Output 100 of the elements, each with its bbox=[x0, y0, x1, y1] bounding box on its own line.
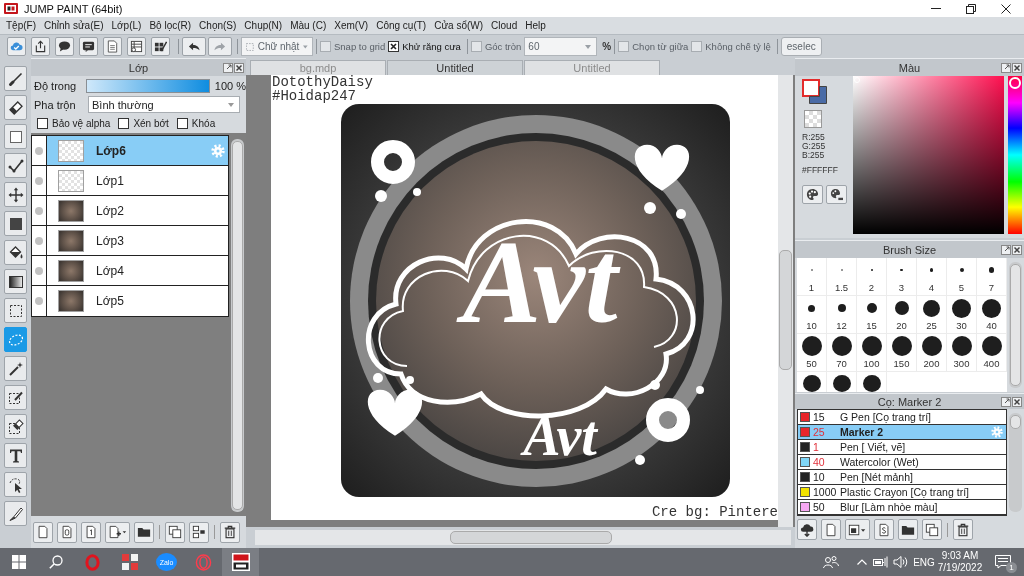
palette-button[interactable] bbox=[826, 185, 847, 204]
brush-size-cell[interactable]: 50 bbox=[797, 334, 827, 372]
battery-icon[interactable] bbox=[873, 556, 889, 568]
layer-row[interactable]: Lớp6 bbox=[32, 136, 228, 166]
tool-button[interactable] bbox=[4, 443, 27, 468]
notification-icon[interactable] bbox=[995, 555, 1011, 569]
close-icon[interactable] bbox=[1012, 62, 1022, 73]
tool-button[interactable] bbox=[4, 414, 27, 439]
brush-size-cell[interactable]: 300 bbox=[947, 334, 977, 372]
layer-button[interactable] bbox=[57, 521, 77, 543]
tool-button[interactable] bbox=[4, 298, 27, 323]
brush-size-cell[interactable]: 20 bbox=[887, 296, 917, 334]
menu-item[interactable]: Màu (C) bbox=[286, 18, 331, 33]
brush-row[interactable]: 25 Marker 2 bbox=[798, 425, 1006, 440]
tool-button[interactable] bbox=[4, 211, 27, 236]
popout-icon[interactable] bbox=[1001, 62, 1011, 73]
visibility-dot-icon[interactable] bbox=[35, 146, 43, 155]
toolbar-button[interactable] bbox=[31, 37, 50, 56]
cloud-download-button[interactable] bbox=[797, 519, 817, 540]
brush-size-cell[interactable]: 1 bbox=[797, 258, 827, 296]
close-icon[interactable] bbox=[234, 62, 244, 73]
checkbox[interactable] bbox=[37, 118, 48, 129]
tool-button[interactable] bbox=[4, 385, 27, 410]
layer-row[interactable]: Lớp3 bbox=[32, 226, 228, 256]
layer-button[interactable] bbox=[81, 521, 101, 543]
menu-item[interactable]: Chọn(S) bbox=[195, 18, 241, 33]
brush-button[interactable] bbox=[874, 519, 894, 540]
visibility-dot-icon[interactable] bbox=[35, 266, 43, 275]
brush-size-cell[interactable]: 2 bbox=[857, 258, 887, 296]
tool-button[interactable] bbox=[4, 472, 27, 497]
brush-size-cell[interactable]: 10 bbox=[797, 296, 827, 334]
add-layer-button[interactable] bbox=[105, 521, 130, 543]
color-field[interactable] bbox=[853, 76, 1004, 234]
chevron-up-icon[interactable] bbox=[857, 559, 867, 565]
brush-row[interactable]: 50 Blur [Làm nhòe màu] bbox=[798, 500, 1006, 515]
brush-size-cell[interactable]: 4 bbox=[917, 258, 947, 296]
visibility-dot-icon[interactable] bbox=[35, 176, 43, 185]
brush-size-cell[interactable]: 200 bbox=[917, 334, 947, 372]
tool-button[interactable] bbox=[4, 124, 27, 149]
menu-item[interactable]: Xem(V) bbox=[330, 18, 373, 33]
brush-size-cell[interactable]: 70 bbox=[827, 334, 857, 372]
brush-size-cell[interactable]: 5 bbox=[947, 258, 977, 296]
tool-button[interactable] bbox=[4, 95, 27, 120]
tool-button[interactable] bbox=[4, 356, 27, 381]
merge-button[interactable] bbox=[189, 521, 209, 543]
clock[interactable]: 9:03 AM 7/19/2022 bbox=[936, 550, 984, 574]
scrollbar-thumb[interactable] bbox=[779, 250, 792, 370]
opacity-slider[interactable] bbox=[87, 79, 209, 92]
menu-item[interactable]: Help bbox=[521, 18, 550, 33]
brush-size-cell[interactable]: 3 bbox=[887, 258, 917, 296]
brush-size-cell[interactable]: 15 bbox=[857, 296, 887, 334]
brush-row[interactable]: 1 Pen [ Viết, vẽ] bbox=[798, 440, 1006, 455]
taskbar-app-button[interactable] bbox=[222, 548, 259, 576]
language-indicator[interactable]: ENG bbox=[913, 556, 935, 568]
brush-size-cell[interactable]: 40 bbox=[977, 296, 1007, 334]
menu-item[interactable]: Lớp(L) bbox=[107, 18, 146, 33]
brush-size-cell[interactable]: 150 bbox=[887, 334, 917, 372]
document-tab[interactable]: Untitled bbox=[387, 60, 523, 75]
duplicate-button[interactable] bbox=[922, 519, 942, 540]
blend-mode-dropdown[interactable]: Bình thường bbox=[88, 96, 240, 113]
color-swatch[interactable] bbox=[802, 79, 820, 97]
undo-button[interactable] bbox=[182, 37, 206, 56]
hue-slider[interactable] bbox=[1008, 76, 1022, 234]
popout-icon[interactable] bbox=[1001, 244, 1011, 255]
layer-row[interactable]: Lớp2 bbox=[32, 196, 228, 226]
brush-size-cell[interactable]: 30 bbox=[947, 296, 977, 334]
delete-button[interactable] bbox=[953, 519, 973, 540]
layer-row[interactable]: Lớp1 bbox=[32, 166, 228, 196]
close-icon[interactable] bbox=[1012, 244, 1022, 255]
menu-item[interactable]: Cloud bbox=[487, 18, 522, 33]
popout-icon[interactable] bbox=[1001, 396, 1011, 407]
visibility-dot-icon[interactable] bbox=[35, 236, 43, 245]
new-layer-button[interactable] bbox=[33, 521, 53, 543]
menu-item[interactable]: Công cụ(T) bbox=[372, 18, 431, 33]
brush-row[interactable]: 40 Watercolor (Wet) bbox=[798, 455, 1006, 470]
brush-row[interactable]: 15 G Pen [Cọ trang trí] bbox=[798, 410, 1006, 425]
brush-menu-button[interactable] bbox=[845, 519, 870, 540]
menu-item[interactable]: Bộ lọc(R) bbox=[145, 18, 196, 33]
visibility-dot-icon[interactable] bbox=[35, 206, 43, 215]
people-icon[interactable] bbox=[823, 555, 839, 569]
brush-size-cell[interactable]: 12 bbox=[827, 296, 857, 334]
scrollbar-thumb[interactable] bbox=[1010, 415, 1021, 429]
brush-row[interactable]: 1000 Plastic Crayon [Cọ trang trí] bbox=[798, 485, 1006, 500]
toolbar-button[interactable] bbox=[151, 37, 170, 56]
brush-size-cell[interactable]: 7 bbox=[977, 258, 1007, 296]
brush-size-cell[interactable]: 100 bbox=[857, 334, 887, 372]
menu-item[interactable]: Cửa sổ(W) bbox=[430, 18, 488, 33]
hue-slider-handle[interactable] bbox=[1009, 76, 1021, 89]
new-brush-button[interactable] bbox=[821, 519, 841, 540]
tool-button[interactable] bbox=[4, 269, 27, 294]
menu-item[interactable]: Chụp(N) bbox=[240, 18, 287, 33]
menu-item[interactable]: Chỉnh sửa(E) bbox=[40, 18, 108, 33]
popout-icon[interactable] bbox=[223, 62, 233, 73]
scrollbar-thumb[interactable] bbox=[450, 531, 612, 544]
menu-item[interactable]: Tệp(F) bbox=[2, 18, 40, 33]
close-icon[interactable] bbox=[1012, 396, 1022, 407]
layer-row[interactable]: Lớp4 bbox=[32, 256, 228, 286]
visibility-dot-icon[interactable] bbox=[35, 297, 43, 305]
checkbox[interactable] bbox=[388, 41, 400, 52]
duplicate-button[interactable] bbox=[165, 521, 185, 543]
